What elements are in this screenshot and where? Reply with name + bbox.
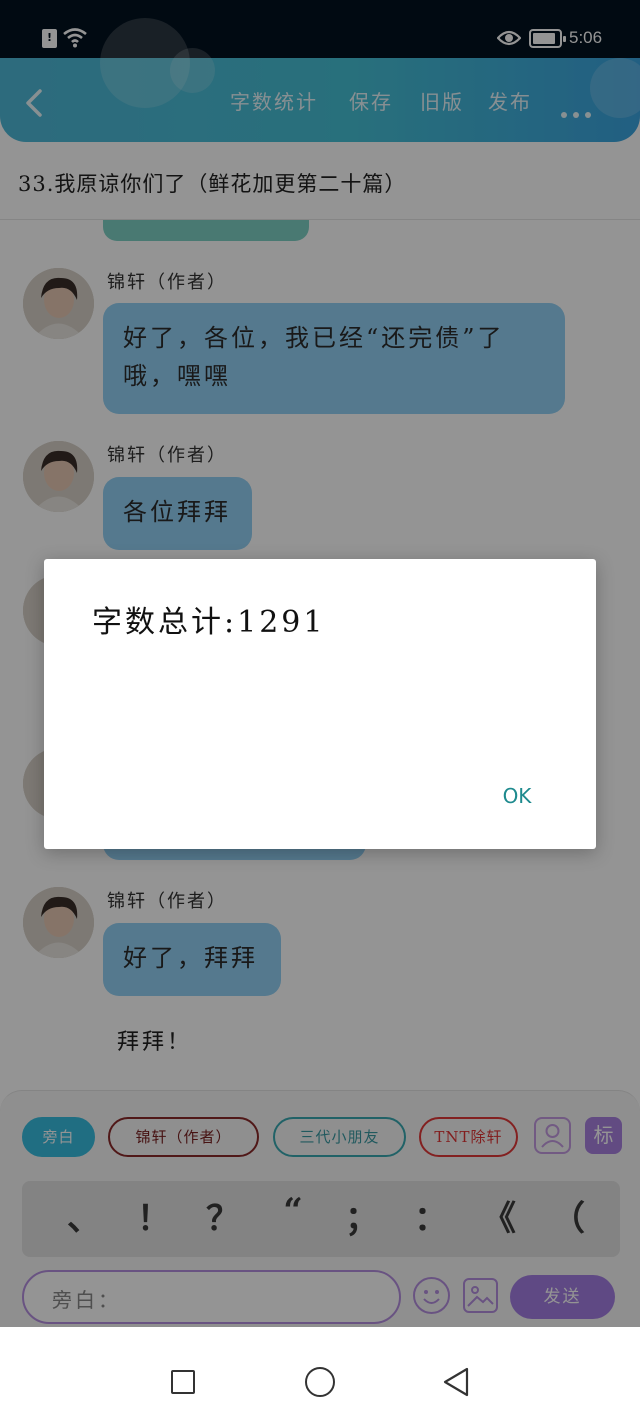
home-icon[interactable] (305, 1367, 335, 1397)
system-nav-bar (0, 1327, 640, 1415)
ok-button[interactable]: OK (494, 779, 540, 813)
dialog-message: 字数总计:1291 (92, 605, 326, 640)
nav-back-icon[interactable] (442, 1367, 470, 1397)
word-count-dialog: 字数总计:1291 OK (44, 559, 596, 849)
recents-icon[interactable] (171, 1370, 195, 1394)
